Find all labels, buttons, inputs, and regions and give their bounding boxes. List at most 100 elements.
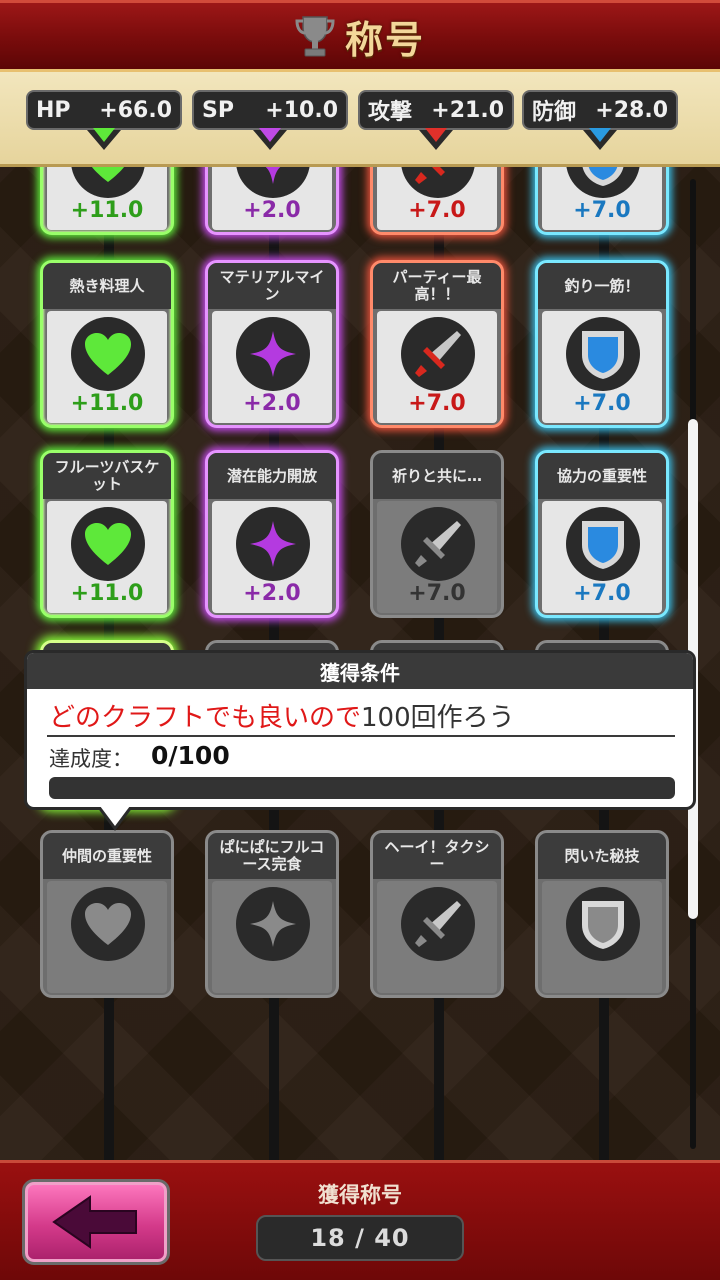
title-name: 釣り一筋！ (538, 263, 666, 309)
title-tile[interactable]: 協力の重要性 +7.0 (535, 450, 669, 618)
title-tile[interactable]: +7.0 (535, 167, 669, 235)
trophy-icon (295, 16, 335, 57)
sword-icon (415, 521, 461, 567)
title-bonus: +2.0 (243, 198, 301, 223)
stat-value: +28.0 (595, 97, 668, 123)
title-body: +7.0 (542, 311, 662, 423)
title-name: 閃いた秘技 (538, 833, 666, 879)
title-tile[interactable]: 潜在能力開放 +2.0 (205, 450, 339, 618)
heart-icon (91, 167, 125, 182)
title-body: +7.0 (377, 311, 497, 423)
title-tile[interactable]: +7.0 (370, 167, 504, 235)
popup-condition: どのクラフトでも良いので100回作ろう (49, 697, 515, 734)
title-tile[interactable]: +2.0 (205, 167, 339, 235)
sword-icon (415, 167, 445, 184)
title-bonus: +7.0 (573, 581, 631, 606)
popup-divider (47, 735, 675, 737)
title-emblem (71, 317, 145, 391)
title-bonus: +11.0 (70, 198, 144, 223)
title-bonus: +2.0 (243, 581, 301, 606)
sword-icon (415, 901, 461, 947)
stat-sp: SP +10.0 (192, 90, 348, 150)
acquired-titles-label: 獲得称号 (318, 1183, 402, 1207)
title-body: +2.0 (212, 167, 332, 230)
title-body: +11.0 (47, 311, 167, 423)
title-bonus: +7.0 (408, 198, 466, 223)
title-name: 仲間の重要性 (43, 833, 171, 879)
stat-value: +66.0 (99, 97, 172, 123)
star-icon (250, 521, 296, 567)
title-tile[interactable]: 釣り一筋！ +7.0 (535, 260, 669, 428)
stat-value: +21.0 (431, 97, 504, 123)
shield-icon (582, 167, 624, 186)
title-emblem (566, 507, 640, 581)
title-body: +11.0 (47, 167, 167, 230)
title-name: ヘーイ！タクシー (373, 833, 501, 879)
shield-icon (582, 901, 624, 949)
title-tile[interactable]: ヘーイ！タクシー (370, 830, 504, 998)
title-name: 祈りと共に… (373, 453, 501, 499)
popup-condition-text: 100回作ろう (361, 703, 515, 733)
star-icon (250, 901, 296, 947)
heart-icon (85, 333, 131, 375)
popup-pointer-inner (100, 806, 130, 826)
progress-value: 0/100 (151, 741, 230, 770)
back-arrow-icon (52, 1195, 137, 1249)
stat-label: HP (36, 97, 71, 123)
title-body: +2.0 (212, 311, 332, 423)
title-tile[interactable]: ぱにぱにフルコース完食 (205, 830, 339, 998)
sword-icon (415, 331, 461, 377)
stat-defense: 防御 +28.0 (522, 90, 678, 150)
title-bonus: +7.0 (573, 198, 631, 223)
title-body: +7.0 (377, 167, 497, 230)
title-tile[interactable]: パーティー最高！！ +7.0 (370, 260, 504, 428)
title-bonus: +7.0 (573, 391, 631, 416)
back-button[interactable] (22, 1179, 170, 1265)
title-tile[interactable]: 閃いた秘技 (535, 830, 669, 998)
title-emblem (71, 167, 145, 198)
stat-value: +10.0 (265, 97, 338, 123)
title-name: 協力の重要性 (538, 453, 666, 499)
title-body (377, 881, 497, 993)
title-emblem (401, 167, 475, 198)
title-name: マテリアルマイン (208, 263, 336, 309)
title-emblem (566, 887, 640, 961)
title-emblem (236, 507, 310, 581)
title-tile[interactable]: 祈りと共に… +7.0 (370, 450, 504, 618)
title-tile[interactable]: +11.0 (40, 167, 174, 235)
title-emblem (236, 167, 310, 198)
title-body (542, 881, 662, 993)
stat-pointer-color (259, 128, 281, 142)
title-name: 熱き料理人 (43, 263, 171, 309)
title-name: パーティー最高！！ (373, 263, 501, 309)
title-body: +11.0 (47, 501, 167, 613)
title-emblem (566, 317, 640, 391)
stat-label: 防御 (532, 100, 577, 125)
page-title: 称号 (344, 17, 425, 62)
title-tile[interactable]: 仲間の重要性 (40, 830, 174, 998)
title-tile[interactable]: フルーツバスケット +11.0 (40, 450, 174, 618)
title-tile[interactable]: 熱き料理人 +11.0 (40, 260, 174, 428)
footer-bar: 獲得称号 18 / 40 (0, 1160, 720, 1280)
stat-pointer-color (589, 128, 611, 142)
popup-condition-highlight: どのクラフトでも良いので (49, 703, 362, 733)
title-emblem (71, 887, 145, 961)
title-bonus: +2.0 (243, 391, 301, 416)
star-icon (250, 331, 296, 377)
shield-icon (582, 521, 624, 569)
title-emblem (236, 887, 310, 961)
stat-pointer-color (93, 128, 115, 142)
title-body (47, 881, 167, 993)
condition-popup: 獲得条件 どのクラフトでも良いので100回作ろう 達成度： 0/100 (24, 650, 696, 831)
title-body (212, 881, 332, 993)
title-bonus: +7.0 (408, 581, 466, 606)
title-name: フルーツバスケット (43, 453, 171, 499)
title-emblem (566, 167, 640, 198)
acquired-titles-count: 18 / 40 (256, 1215, 464, 1261)
title-body: +7.0 (542, 501, 662, 613)
title-bonus: +7.0 (408, 391, 466, 416)
title-tile[interactable]: マテリアルマイン +2.0 (205, 260, 339, 428)
title-emblem (236, 317, 310, 391)
header-title-group: 称号 (0, 0, 720, 72)
title-body: +7.0 (542, 167, 662, 230)
